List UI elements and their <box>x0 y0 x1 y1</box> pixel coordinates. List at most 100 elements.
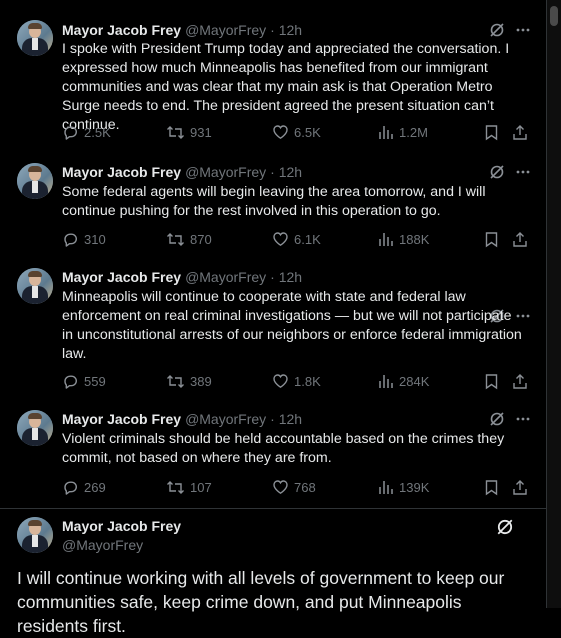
share-button[interactable] <box>512 373 528 390</box>
like-button[interactable]: 6.5K <box>272 124 321 140</box>
avatar[interactable] <box>17 517 53 553</box>
timestamp[interactable]: · 12h <box>270 411 302 427</box>
timestamp[interactable]: · 12h <box>270 269 302 285</box>
share-icon <box>512 479 528 496</box>
views-button[interactable]: 188K <box>378 231 429 247</box>
views-button[interactable]: 284K <box>378 373 429 389</box>
reply-button[interactable]: 269 <box>62 479 106 496</box>
tweet-header: Mayor Jacob Frey @MayorFrey · 12h <box>62 268 302 286</box>
reply-icon <box>62 124 79 141</box>
author-handle[interactable]: @MayorFrey <box>185 164 266 180</box>
tweet-text: Violent criminals should be held account… <box>62 431 505 466</box>
share-icon <box>512 124 528 141</box>
tweet-text: Minneapolis will continue to cooperate w… <box>62 289 522 362</box>
author-name[interactable]: Mayor Jacob Frey <box>62 518 181 534</box>
share-button[interactable] <box>512 231 528 248</box>
avatar[interactable] <box>17 410 53 446</box>
bookmark-button[interactable] <box>484 479 499 496</box>
repost-icon <box>166 124 185 141</box>
views-button[interactable]: 139K <box>378 479 429 495</box>
repost-count: 931 <box>190 125 212 140</box>
tweet-top-icons <box>489 22 531 38</box>
views-icon <box>378 373 394 389</box>
views-count: 139K <box>399 479 430 495</box>
author-handle[interactable]: @MayorFrey <box>185 411 266 427</box>
bookmark-icon <box>484 124 499 141</box>
author-name[interactable]: Mayor Jacob Frey <box>62 164 181 180</box>
timestamp[interactable]: · 12h <box>270 22 302 38</box>
grok-icon[interactable] <box>489 22 505 38</box>
author-name[interactable]: Mayor Jacob Frey <box>62 411 181 427</box>
repost-button[interactable]: 870 <box>166 231 212 248</box>
like-icon <box>272 373 289 389</box>
tweet-actions: 269 107 768 139K <box>62 479 532 497</box>
like-button[interactable]: 6.1K <box>272 231 321 247</box>
views-icon <box>378 479 394 495</box>
bookmark-button[interactable] <box>484 124 499 141</box>
reply-button[interactable]: 559 <box>62 373 106 390</box>
bookmark-button[interactable] <box>484 373 499 390</box>
author-handle[interactable]: @MayorFrey <box>185 22 266 38</box>
avatar[interactable] <box>17 163 53 199</box>
tweet-text: Some federal agents will begin leaving t… <box>62 184 486 219</box>
like-button[interactable]: 768 <box>272 479 316 495</box>
tweet-top-icons <box>489 411 531 427</box>
scrollbar-thumb[interactable] <box>550 6 558 26</box>
repost-button[interactable]: 107 <box>166 479 212 496</box>
like-button[interactable]: 1.8K <box>272 373 321 389</box>
grok-icon[interactable] <box>496 518 514 536</box>
tweet-actions: 310 870 6.1K 188K <box>62 231 532 249</box>
bookmark-icon <box>484 373 499 390</box>
avatar[interactable] <box>17 268 53 304</box>
grok-icon[interactable] <box>489 164 505 180</box>
like-icon <box>272 231 289 247</box>
repost-count: 107 <box>190 480 212 495</box>
views-count: 188K <box>399 231 430 247</box>
reply-icon <box>62 373 79 390</box>
views-count: 1.2M <box>399 124 428 140</box>
more-icon[interactable] <box>515 411 531 427</box>
share-button[interactable] <box>512 124 528 141</box>
reply-count: 2.5K <box>84 125 111 140</box>
repost-icon <box>166 479 185 496</box>
tweet-actions: 2.5K 931 6.5K 1.2M <box>62 124 532 142</box>
tweet-actions: 559 389 1.8K 284K <box>62 373 532 391</box>
author-name[interactable]: Mayor Jacob Frey <box>62 22 181 38</box>
views-icon <box>378 124 394 140</box>
more-icon[interactable] <box>515 164 531 180</box>
avatar[interactable] <box>17 20 53 56</box>
reply-icon <box>62 479 79 496</box>
author-handle[interactable]: @MayorFrey <box>62 537 143 553</box>
like-icon <box>272 479 289 495</box>
like-icon <box>272 124 289 140</box>
bookmark-button[interactable] <box>484 231 499 248</box>
reply-button[interactable]: 2.5K <box>62 124 111 141</box>
share-button[interactable] <box>512 479 528 496</box>
views-count: 284K <box>399 373 430 389</box>
more-icon[interactable] <box>515 22 531 38</box>
scrollbar[interactable] <box>546 0 561 608</box>
repost-button[interactable]: 931 <box>166 124 212 141</box>
reply-button[interactable]: 310 <box>62 231 106 248</box>
tweet-header: Mayor Jacob Frey @MayorFrey · 12h <box>62 163 302 181</box>
reply-count: 310 <box>84 232 106 247</box>
repost-icon <box>166 231 185 248</box>
views-button[interactable]: 1.2M <box>378 124 428 140</box>
reply-count: 269 <box>84 480 106 495</box>
repost-count: 870 <box>190 232 212 247</box>
grok-icon[interactable] <box>489 411 505 427</box>
tweet-top-icons <box>489 164 531 180</box>
bookmark-icon <box>484 479 499 496</box>
tweet-header: Mayor Jacob Frey @MayorFrey · 12h <box>62 410 302 428</box>
timestamp[interactable]: · 12h <box>270 164 302 180</box>
share-icon <box>512 373 528 390</box>
like-count: 6.1K <box>294 231 321 247</box>
repost-button[interactable]: 389 <box>166 373 212 390</box>
author-name[interactable]: Mayor Jacob Frey <box>62 269 181 285</box>
divider <box>0 508 546 509</box>
author-handle[interactable]: @MayorFrey <box>185 269 266 285</box>
repost-icon <box>166 373 185 390</box>
repost-count: 389 <box>190 374 212 389</box>
tweet-top-icons <box>496 518 514 536</box>
like-count: 1.8K <box>294 373 321 389</box>
